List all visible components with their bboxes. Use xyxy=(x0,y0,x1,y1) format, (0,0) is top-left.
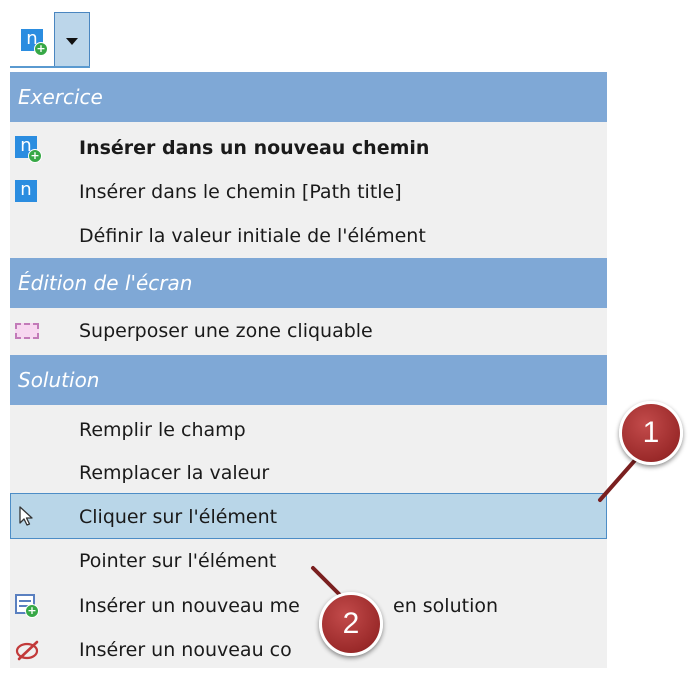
menu-item-label: Pointer sur l'élément xyxy=(79,550,277,572)
section-title: Édition de l'écran xyxy=(18,271,193,295)
new-path-insert-icon: n + xyxy=(15,136,42,163)
menu-item-set-initial-value[interactable]: Définir la valeur initiale de l'élément xyxy=(10,213,607,259)
chevron-down-icon xyxy=(66,37,78,45)
new-path-insert-icon: n + xyxy=(21,29,48,56)
section-header-solution: Solution xyxy=(10,355,607,405)
insert-button[interactable]: n + xyxy=(10,12,54,68)
menu-item-insert-new-message[interactable]: + Insérer un nouveau me en solution xyxy=(10,583,607,629)
toolbar-underline xyxy=(10,66,90,68)
menu-item-label-suffix: en solution xyxy=(393,595,499,617)
comment-pen-icon xyxy=(15,640,39,661)
menu-item-label: Insérer un nouveau co xyxy=(79,639,292,661)
path-insert-icon: n xyxy=(15,180,37,202)
insert-dropdown-menu: Exercice n + Insérer dans un nouveau chem… xyxy=(10,72,607,668)
dropdown-toggle[interactable] xyxy=(54,12,90,68)
callout-1: 1 xyxy=(619,401,683,465)
menu-item-label: Cliquer sur l'élément xyxy=(79,506,278,528)
clickable-zone-icon xyxy=(15,323,39,339)
menu-item-label: Insérer dans un nouveau chemin xyxy=(79,137,430,159)
section-header-screen-edit: Édition de l'écran xyxy=(10,258,607,308)
menu-item-label: Définir la valeur initiale de l'élément xyxy=(79,225,426,247)
callout-2: 2 xyxy=(319,592,383,656)
menu-item-hover-element[interactable]: Pointer sur l'élément xyxy=(10,538,607,584)
insert-split-button[interactable]: n + xyxy=(10,12,90,68)
menu-item-insert-new-path[interactable]: n + Insérer dans un nouveau chemin xyxy=(10,125,607,171)
menu-item-insert-new-comment[interactable]: Insérer un nouveau co xyxy=(10,627,607,673)
menu-item-click-element[interactable]: Cliquer sur l'élément xyxy=(10,493,607,539)
section-header-exercice: Exercice xyxy=(10,72,607,122)
menu-item-label: Superposer une zone cliquable xyxy=(79,320,373,342)
section-title: Exercice xyxy=(18,85,103,109)
menu-item-clickable-zone[interactable]: Superposer une zone cliquable xyxy=(10,308,607,354)
section-title: Solution xyxy=(18,368,100,392)
menu-item-replace-value[interactable]: Remplacer la valeur xyxy=(10,450,607,496)
cursor-icon xyxy=(19,506,33,526)
menu-item-label: Insérer un nouveau me xyxy=(79,595,300,617)
new-message-icon: + xyxy=(15,594,39,618)
menu-item-label: Remplir le champ xyxy=(79,419,246,441)
menu-item-label: Remplacer la valeur xyxy=(79,462,270,484)
menu-item-label: Insérer dans le chemin [Path title] xyxy=(79,181,402,203)
menu-item-fill-field[interactable]: Remplir le champ xyxy=(10,407,607,453)
menu-item-insert-in-path[interactable]: n Insérer dans le chemin [Path title] xyxy=(10,169,607,215)
